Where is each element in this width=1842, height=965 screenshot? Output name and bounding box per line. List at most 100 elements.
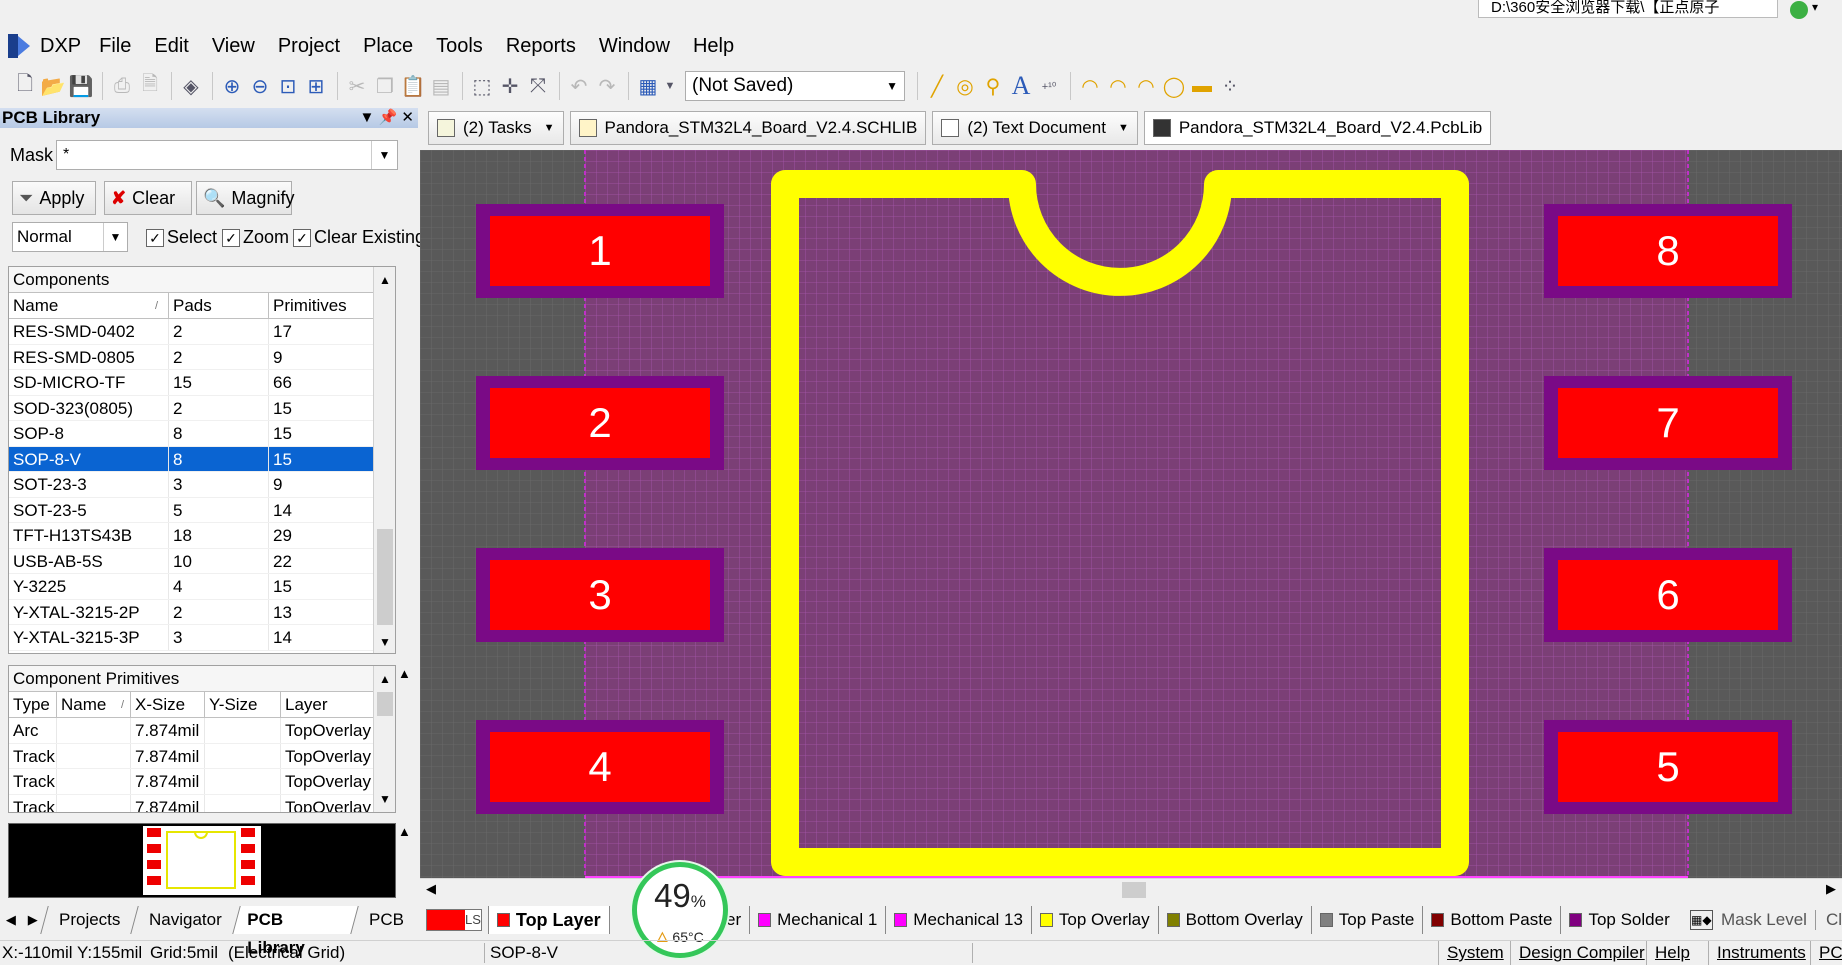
menu-help[interactable]: Help [693,35,734,58]
table-row[interactable]: RES-SMD-0805 2 9 [9,344,395,370]
via-icon[interactable]: ⚲ [980,73,1006,99]
layer-tab[interactable]: Mechanical 1 [749,906,885,934]
column-header-y-size[interactable]: Y-Size [205,692,281,717]
layer-tab[interactable]: Bottom Overlay [1157,906,1311,934]
menu-file[interactable]: File [99,35,131,58]
menu-edit[interactable]: Edit [154,35,188,58]
doc-tab-schlib[interactable]: Pandora_STM32L4_Board_V2.4.SCHLIB [569,111,927,145]
current-layer-swatch[interactable]: LS [426,909,482,931]
tab-navigator[interactable]: Navigator [130,906,240,934]
move-icon[interactable]: ✛ [497,73,523,99]
mask-level-button[interactable]: Mask Level [1713,910,1807,930]
dxp-logo-icon[interactable] [8,34,34,58]
layer-set-icon[interactable]: ▦◆ [1689,910,1713,930]
column-header-name[interactable]: Name / [9,293,169,318]
tab-pcb-library[interactable]: PCB Library [232,906,358,957]
string-icon[interactable]: A [1008,71,1034,100]
fill-icon[interactable]: ▬ [1189,73,1215,99]
doc-tab-pcblib[interactable]: Pandora_STM32L4_Board_V2.4.PcbLib [1143,111,1492,145]
table-row[interactable]: Y-XTAL-3215-3P 3 14 [9,625,395,651]
table-row[interactable]: Track 7.874mil TopOverlay [9,743,395,769]
deselect-icon[interactable]: ⤧ [525,73,551,99]
arc-center-icon[interactable]: ◠ [1077,73,1103,99]
pad-left[interactable]: 4 [476,720,724,814]
chevron-down-icon[interactable]: ▼ [360,109,375,126]
chevron-down-icon[interactable]: ▼ [374,631,395,653]
system-button[interactable]: System [1438,941,1512,965]
chevron-down-icon[interactable]: ▼ [371,141,397,169]
zoom-area-icon[interactable]: ⊞ [303,73,329,99]
pad-right[interactable]: 7 [1544,376,1792,470]
chevron-up-icon[interactable]: ▲ [374,668,395,690]
menu-project[interactable]: Project [278,35,340,58]
table-row[interactable]: Track 7.874mil TopOverlay [9,769,395,795]
menu-place[interactable]: Place [363,35,413,58]
pad-left[interactable]: 2 [476,376,724,470]
pad-icon[interactable]: ◎ [952,73,978,99]
chevron-down-icon[interactable]: ▼ [374,788,395,810]
column-header-layer[interactable]: Layer [281,692,375,717]
layer-tab[interactable]: Top Paste [1310,906,1423,934]
column-header-pads[interactable]: Pads [169,293,269,318]
pcb-editor-canvas[interactable]: 1 2 3 4 8 7 6 5 [420,150,1842,878]
table-row[interactable]: TFT-H13TS43B 18 29 [9,523,395,549]
array-paste-icon[interactable]: ⁘ [1217,73,1243,99]
zoom-fit-icon[interactable]: ⊡ [275,73,301,99]
table-row[interactable]: RES-SMD-0402 2 17 [9,319,395,345]
help-button[interactable]: Help [1646,941,1698,965]
menu-tools[interactable]: Tools [436,35,483,58]
column-header-name[interactable]: Name / [57,692,131,717]
pad-left[interactable]: 3 [476,548,724,642]
table-row[interactable]: Track 7.874mil TopOverlay [9,794,395,812]
footprint-mini-preview[interactable] [8,823,396,898]
design-compiler-button[interactable]: Design Compiler [1510,941,1653,965]
table-row[interactable]: SD-MICRO-TF 15 66 [9,370,395,396]
components-scrollbar[interactable]: ▲ ▼ [373,267,395,653]
chevron-down-icon[interactable]: ▼ [663,73,677,99]
pad-right[interactable]: 6 [1544,548,1792,642]
tab-projects[interactable]: Projects [39,906,138,934]
instruments-button[interactable]: Instruments [1708,941,1814,965]
chevron-right-icon[interactable]: ▶ [1826,881,1836,897]
clear-button[interactable]: Cl [1814,910,1842,930]
chevron-right-icon[interactable]: ▶ [22,912,44,928]
select-area-icon[interactable]: ⬚ [469,73,495,99]
table-row[interactable]: SOD-323(0805) 2 15 [9,395,395,421]
open-folder-icon[interactable]: 📂 [40,73,66,99]
save-icon[interactable]: 💾 [68,73,94,99]
new-file-icon[interactable]: 🗋 [12,73,38,99]
zoom-in-icon[interactable]: ⊕ [219,73,245,99]
line-icon[interactable]: ╱ [924,73,950,99]
table-row[interactable]: SOP-8 8 15 [9,421,395,447]
primitives-scrollbar[interactable]: ▲ ▼ [373,666,395,812]
paste-icon[interactable]: 📋 [400,73,426,99]
column-header-x-size[interactable]: X-Size [131,692,205,717]
layer-tab[interactable]: Bottom Paste [1422,906,1560,934]
layer-tab[interactable]: Top Solder [1560,906,1677,934]
table-row[interactable]: USB-AB-5S 10 22 [9,548,395,574]
magnify-button[interactable]: 🔍 Magnify [196,181,294,215]
column-header-type[interactable]: Type [9,692,57,717]
doc-tab-text-document[interactable]: (2) Text Document ▼ [932,111,1138,145]
table-row[interactable]: Y-3225 4 15 [9,574,395,600]
saved-state-dropdown[interactable]: (Not Saved) ▼ [685,71,905,101]
redo-icon[interactable]: ↷ [594,73,620,99]
chevron-up-icon[interactable]: ▲ [374,269,395,291]
chevron-down-icon[interactable]: ▾ [1812,0,1818,14]
chevron-left-icon[interactable]: ◀ [426,881,436,897]
table-row[interactable]: SOT-23-3 3 9 [9,472,395,498]
3d-view-icon[interactable]: ◈ [178,73,204,99]
scroll-thumb[interactable] [377,529,393,625]
mask-input[interactable]: * ▼ [56,140,398,170]
tab-pcb[interactable]: PCB [350,906,422,934]
menu-dxp[interactable]: DXP [40,35,81,58]
cut-icon[interactable]: ✂ [344,73,370,99]
table-row[interactable]: SOP-8-V 8 15 [9,446,395,472]
browser-status-icon[interactable] [1790,1,1808,19]
grid-icon[interactable]: ▦ [635,73,661,99]
apply-button[interactable]: ⏷ Apply [12,181,96,215]
pad-right[interactable]: 8 [1544,204,1792,298]
clear-button[interactable]: ✘ Clear [104,181,192,215]
copy-icon[interactable]: ❐ [372,73,398,99]
menu-reports[interactable]: Reports [506,35,576,58]
